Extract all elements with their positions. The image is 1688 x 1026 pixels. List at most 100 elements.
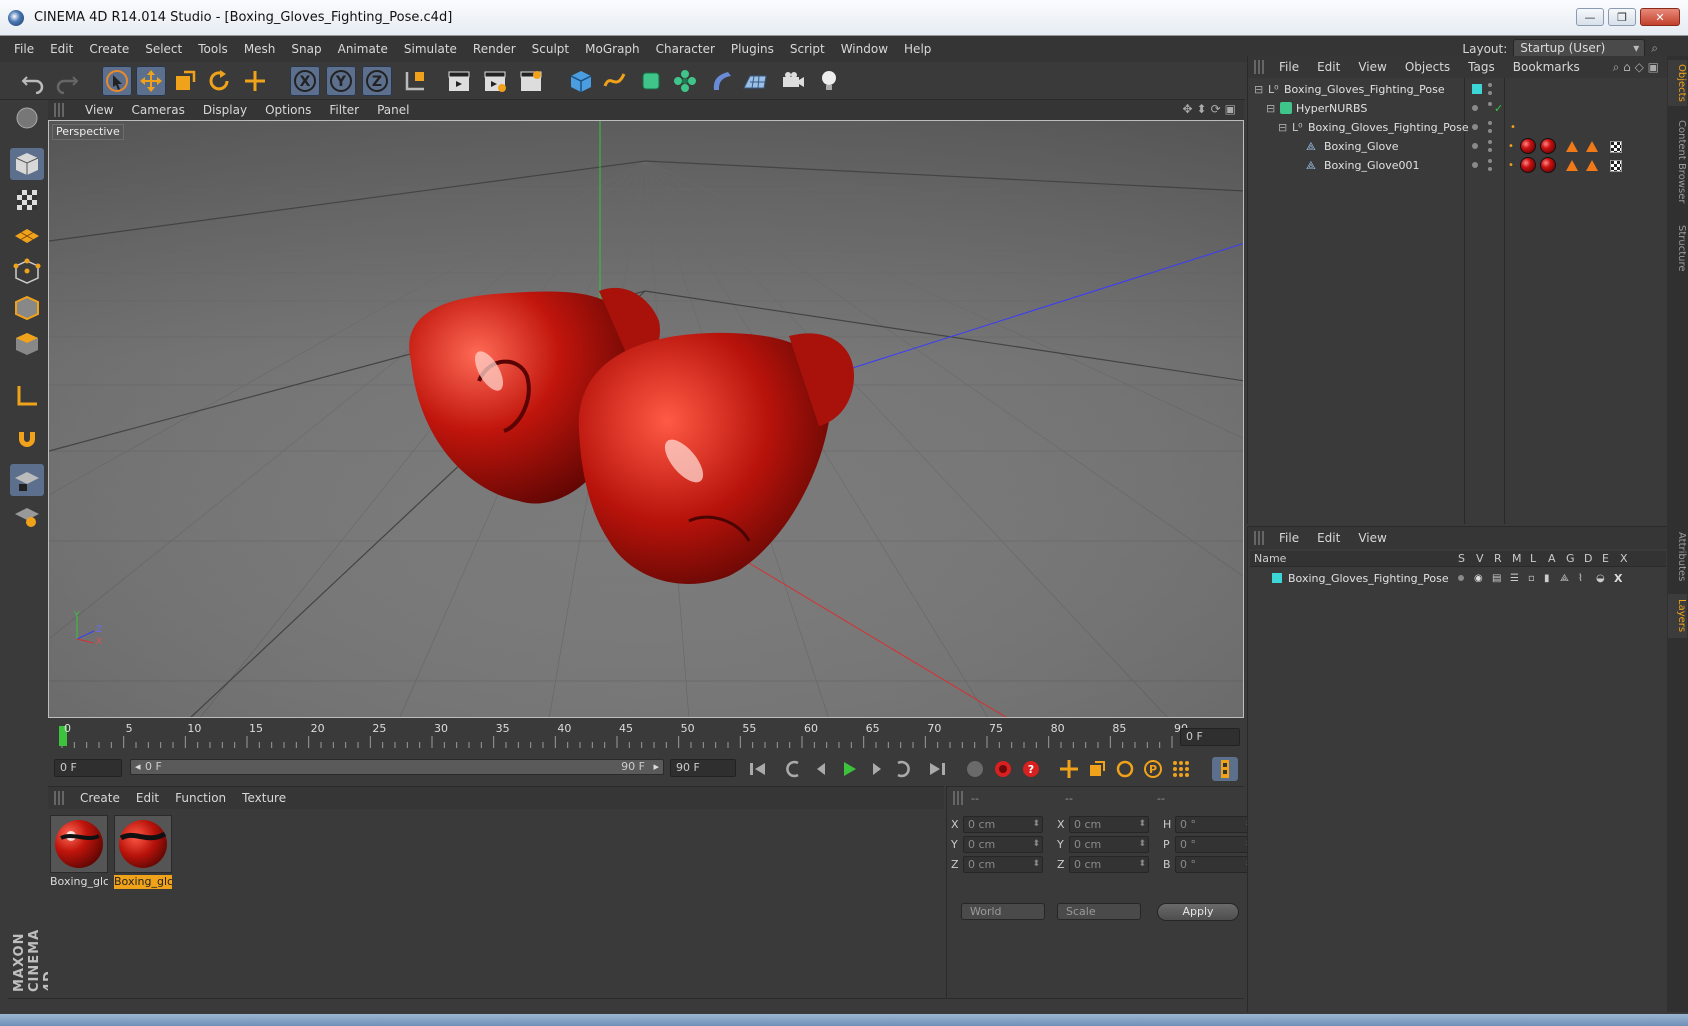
- search-icon[interactable]: ⌕: [1651, 41, 1658, 56]
- animation-film-icon[interactable]: ▮: [1544, 573, 1550, 584]
- add-deformer-button[interactable]: [706, 66, 736, 96]
- timeline-ruler[interactable]: 051015202530354045505560657075808590 0 F: [48, 722, 1244, 752]
- collapse-icon[interactable]: ⊟: [1278, 121, 1287, 134]
- uvw-tag-icon[interactable]: [1610, 160, 1622, 172]
- layer-menu-view[interactable]: View: [1349, 531, 1395, 545]
- panel-grip-icon[interactable]: [1254, 531, 1264, 545]
- obj-menu-file[interactable]: File: [1270, 60, 1308, 74]
- vp-menu-filter[interactable]: Filter: [320, 103, 368, 117]
- material-swatch[interactable]: Boxing_glc: [50, 815, 108, 889]
- expression-icon[interactable]: ◒: [1596, 573, 1605, 584]
- move-tool-button[interactable]: [136, 66, 166, 96]
- preview-range-slider[interactable]: ◂ 0 F 90 F ▸: [130, 759, 664, 775]
- layer-menu-edit[interactable]: Edit: [1308, 531, 1349, 545]
- z-axis-lock-button[interactable]: Z: [362, 66, 392, 96]
- autokeying-button[interactable]: [990, 757, 1016, 781]
- next-frame-button[interactable]: [864, 757, 890, 781]
- planar-workplane-button[interactable]: [10, 500, 44, 532]
- object-row-glove001[interactable]: ⟁ Boxing_Glove001 •: [1248, 156, 1668, 175]
- menu-tools[interactable]: Tools: [190, 42, 236, 56]
- mat-menu-edit[interactable]: Edit: [128, 791, 167, 805]
- render-picture-viewer-button[interactable]: [480, 66, 510, 96]
- tab-objects[interactable]: Objects: [1668, 60, 1687, 106]
- render-settings-button[interactable]: [516, 66, 546, 96]
- previous-frame-button[interactable]: [808, 757, 834, 781]
- manager-tree-icon[interactable]: ☰: [1510, 573, 1519, 584]
- restore-button[interactable]: ❐: [1608, 8, 1636, 26]
- phong-tag-icon[interactable]: •: [1508, 141, 1514, 152]
- menu-create[interactable]: Create: [81, 42, 137, 56]
- pan-view-icon[interactable]: ✥: [1182, 102, 1192, 116]
- col-animation[interactable]: A: [1548, 552, 1556, 565]
- object-row-root[interactable]: ⊟ L⁰ Boxing_Gloves_Fighting_Pose: [1248, 80, 1668, 99]
- vp-menu-display[interactable]: Display: [194, 103, 256, 117]
- panel-grip-icon[interactable]: [953, 791, 963, 805]
- panel-grip-icon[interactable]: [54, 103, 64, 117]
- material-tag-icon[interactable]: [1540, 157, 1556, 173]
- vp-menu-view[interactable]: View: [76, 103, 122, 117]
- col-xref[interactable]: X: [1620, 552, 1628, 565]
- material-tag-icon[interactable]: [1520, 138, 1536, 154]
- col-render[interactable]: R: [1494, 552, 1502, 565]
- record-parameter-button[interactable]: P: [1140, 757, 1166, 781]
- end-frame-field[interactable]: 90 F: [670, 759, 736, 777]
- size-y-field[interactable]: 0 cm: [1069, 835, 1149, 853]
- obj-menu-tags[interactable]: Tags: [1459, 60, 1504, 74]
- obj-menu-view[interactable]: View: [1349, 60, 1395, 74]
- xref-icon[interactable]: X: [1614, 572, 1622, 585]
- rot-h-field[interactable]: 0 °: [1175, 815, 1255, 833]
- keyframe-selection-button[interactable]: ?: [1018, 757, 1044, 781]
- mat-menu-texture[interactable]: Texture: [234, 791, 294, 805]
- selection-tag-icon[interactable]: [1566, 160, 1578, 171]
- add-nurbs-button[interactable]: [636, 66, 666, 96]
- menu-window[interactable]: Window: [833, 42, 896, 56]
- start-frame-field[interactable]: 0 F: [54, 759, 122, 777]
- col-deformers[interactable]: D: [1584, 552, 1592, 565]
- col-visible[interactable]: V: [1476, 552, 1484, 565]
- maximize-view-icon[interactable]: ▣: [1225, 102, 1236, 116]
- close-button[interactable]: ✕: [1640, 8, 1680, 26]
- material-tag-icon[interactable]: [1520, 157, 1536, 173]
- selection-tag-icon[interactable]: [1566, 141, 1578, 152]
- col-locked[interactable]: L: [1530, 552, 1536, 565]
- menu-plugins[interactable]: Plugins: [723, 42, 782, 56]
- col-solo[interactable]: S: [1458, 552, 1465, 565]
- collapse-icon[interactable]: ⊟: [1266, 102, 1275, 115]
- col-expressions[interactable]: E: [1602, 552, 1609, 565]
- col-generators[interactable]: G: [1566, 552, 1575, 565]
- size-z-field[interactable]: 0 cm: [1069, 855, 1149, 873]
- go-to-end-button[interactable]: [924, 757, 950, 781]
- workplane-lock-button[interactable]: [10, 464, 44, 496]
- range-right-arrow-icon[interactable]: ▸: [653, 760, 659, 774]
- selection-tag-icon[interactable]: [1586, 160, 1598, 171]
- redo-button[interactable]: [52, 66, 82, 96]
- obj-manager-nav-icons[interactable]: ⌕ ⌂ ◇ ▣: [1613, 60, 1659, 75]
- orbit-view-icon[interactable]: ⟳: [1211, 102, 1221, 116]
- col-manager[interactable]: M: [1512, 552, 1522, 565]
- menu-character[interactable]: Character: [648, 42, 723, 56]
- rot-b-field[interactable]: 0 °: [1175, 855, 1255, 873]
- previous-keyframe-button[interactable]: [780, 757, 806, 781]
- edges-mode-button[interactable]: [10, 292, 44, 324]
- menu-file[interactable]: File: [6, 42, 42, 56]
- pos-y-field[interactable]: 0 cm: [963, 835, 1043, 853]
- axis-mode-button[interactable]: [10, 380, 44, 412]
- material-tag-icon[interactable]: [1540, 138, 1556, 154]
- tab-content-browser[interactable]: Content Browser: [1668, 112, 1687, 212]
- obj-menu-objects[interactable]: Objects: [1396, 60, 1459, 74]
- undo-button[interactable]: [18, 66, 48, 96]
- model-mode-button[interactable]: [10, 148, 44, 180]
- menu-snap[interactable]: Snap: [283, 42, 329, 56]
- tab-layers[interactable]: Layers: [1668, 594, 1687, 638]
- polygons-mode-button[interactable]: [10, 328, 44, 360]
- tab-structure[interactable]: Structure: [1668, 218, 1687, 278]
- menu-animate[interactable]: Animate: [330, 42, 396, 56]
- add-spline-button[interactable]: [600, 66, 630, 96]
- collapse-icon[interactable]: ⊟: [1254, 83, 1263, 96]
- minimize-button[interactable]: —: [1576, 8, 1604, 26]
- next-keyframe-button[interactable]: [890, 757, 916, 781]
- deformer-icon[interactable]: ⌇: [1578, 573, 1583, 584]
- object-row-group[interactable]: ⊟ L⁰ Boxing_Gloves_Fighting_Pose •: [1248, 118, 1668, 137]
- layer-menu-file[interactable]: File: [1270, 531, 1308, 545]
- x-axis-lock-button[interactable]: X: [290, 66, 320, 96]
